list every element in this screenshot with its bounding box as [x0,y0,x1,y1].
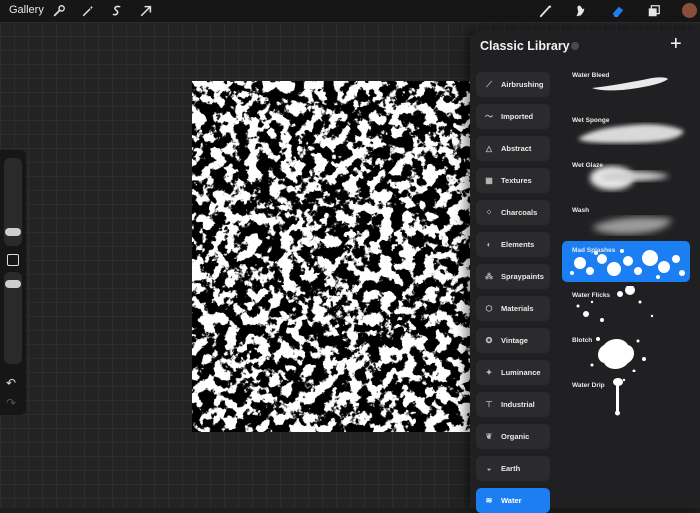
plus-icon[interactable]: + [670,32,682,56]
waves-icon: ≋ [485,496,493,505]
set-water[interactable]: ≋ Water [476,488,550,513]
airbrush-icon: ⟋ [486,79,492,89]
anvil-icon: ⊤ [485,400,493,409]
brush-size-slider[interactable] [4,158,22,246]
imported-icon: 〜 [485,112,493,121]
brush-icon[interactable] [538,3,554,19]
set-elements[interactable]: ◐ Elements [476,232,550,257]
eraser-icon[interactable] [610,3,626,19]
magic-wand-icon[interactable] [80,3,96,19]
redo-arrow-icon[interactable]: ↷ [6,396,16,410]
undo-arrow-icon[interactable]: ↶ [6,376,16,390]
brush-wet-sponge[interactable]: Wet Sponge [562,111,690,152]
set-spraypaints[interactable]: ⁂ Spraypaints [476,264,550,289]
set-imported[interactable]: 〜 Imported [476,104,550,129]
transform-arrow-icon[interactable] [138,3,154,19]
set-earth[interactable]: ◒ Earth [476,456,550,481]
set-charcoals[interactable]: ⁘ Charcoals [476,200,550,225]
brush-water-bleed[interactable]: Water Bleed [562,66,690,107]
set-airbrushing[interactable]: ⟋ Airbrushing [476,72,550,97]
set-textures[interactable]: ▦ Textures [476,168,550,193]
smudge-icon[interactable] [572,3,588,19]
yin-yang-icon: ◐ [486,240,492,249]
brush-size-knob[interactable] [5,228,21,236]
set-industrial[interactable]: ⊤ Industrial [476,392,550,417]
left-sidebar: ↶ ↷ [0,150,26,415]
triangle-icon: △ [485,144,493,153]
sparkle-icon: ✦ [485,368,493,377]
cube-icon: ⬡ [485,304,493,313]
artwork-canvas[interactable] [192,81,470,432]
set-abstract[interactable]: △ Abstract [476,136,550,161]
library-options-icon[interactable] [571,42,579,50]
brush-water-flicks[interactable]: Water Flicks [562,286,690,327]
brush-blotch[interactable]: Blotch [562,331,690,372]
set-materials[interactable]: ⬡ Materials [476,296,550,321]
set-organic[interactable]: ❦ Organic [476,424,550,449]
brush-water-drip[interactable]: Water Drip [562,376,690,417]
modify-button[interactable] [7,254,19,266]
set-luminance[interactable]: ✦ Luminance [476,360,550,385]
opacity-slider[interactable] [4,272,22,364]
selection-s-icon[interactable] [109,3,125,19]
library-title: Classic Library [480,39,570,53]
spray-icon: ⁂ [485,272,493,281]
gallery-button[interactable]: Gallery [9,4,44,16]
set-vintage[interactable]: ✪ Vintage [476,328,550,353]
opacity-knob[interactable] [5,280,21,288]
wrench-icon[interactable] [51,3,67,19]
leaf-icon: ❦ [485,432,493,441]
color-swatch[interactable] [682,3,697,18]
charcoal-icon: ⁘ [485,208,493,217]
star-badge-icon: ✪ [485,336,493,345]
brush-wet-glaze[interactable]: Wet Glaze [562,156,690,197]
earth-icon: ◒ [486,464,492,473]
top-toolbar: Gallery [0,0,700,22]
texture-icon: ▦ [485,176,493,185]
brush-mad-splashes[interactable]: Mad Splashes [562,241,690,282]
brush-library-panel: Classic Library + ⟋ Airbrushing 〜 Imported… [470,30,700,513]
brush-wash[interactable]: Wash [562,201,690,242]
layers-icon[interactable] [646,3,662,19]
